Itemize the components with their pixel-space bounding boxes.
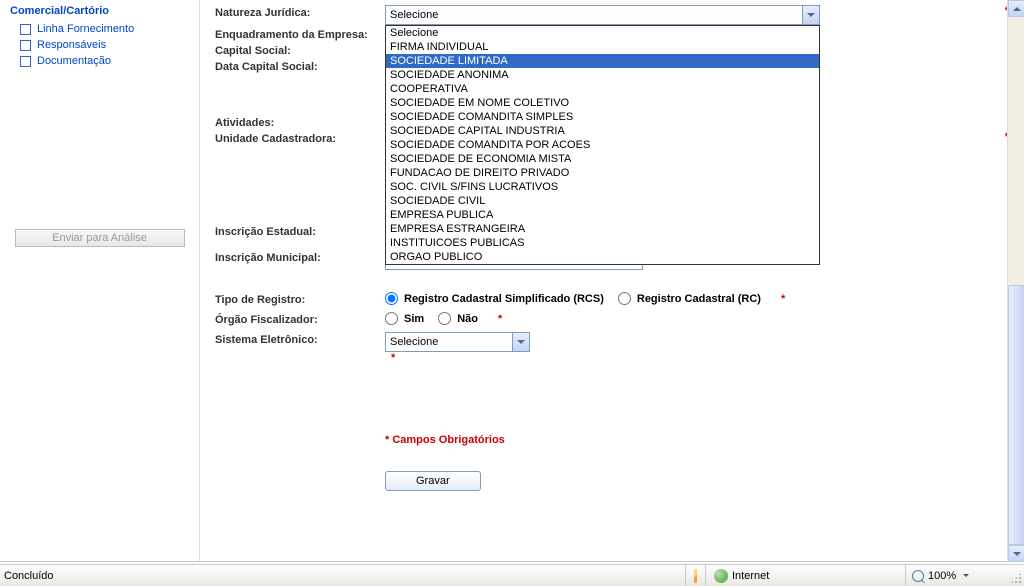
magnifier-icon bbox=[912, 570, 924, 582]
radio-label-rc: Registro Cadastral (RC) bbox=[637, 293, 761, 305]
select-value: Selecione bbox=[390, 336, 438, 348]
label-inscricao-estadual: Inscrição Estadual: bbox=[215, 224, 385, 238]
dropdown-option[interactable]: SOCIEDADE COMANDITA SIMPLES bbox=[386, 110, 819, 124]
resize-grip[interactable] bbox=[1006, 565, 1024, 586]
save-button[interactable]: Gravar bbox=[385, 471, 481, 491]
status-text: Concluído bbox=[0, 565, 686, 586]
dropdown-option[interactable]: SOCIEDADE LIMITADA bbox=[386, 54, 819, 68]
dropdown-option[interactable]: SOCIEDADE ANONIMA bbox=[386, 68, 819, 82]
sidebar-title: Comercial/Cartório bbox=[10, 5, 189, 17]
label-atividades: Atividades: bbox=[215, 115, 385, 129]
zone-label: Internet bbox=[732, 570, 769, 582]
dropdown-option[interactable]: COOPERATIVA bbox=[386, 82, 819, 96]
shield-icon[interactable] bbox=[694, 569, 697, 583]
sidebar: Comercial/Cartório Linha Fornecimento Re… bbox=[0, 0, 200, 561]
dropdown-option[interactable]: EMPRESA ESTRANGEIRA bbox=[386, 222, 819, 236]
required-note: * Campos Obrigatórios bbox=[385, 434, 1009, 446]
dropdown-option[interactable]: SOC. CIVIL S/FINS LUCRATIVOS bbox=[386, 180, 819, 194]
checkbox-icon bbox=[20, 24, 31, 35]
dropdown-option[interactable]: FUNDACAO DE DIREITO PRIVADO bbox=[386, 166, 819, 180]
required-asterisk: * bbox=[498, 313, 502, 325]
label-natureza: Natureza Jurídica: bbox=[215, 5, 385, 19]
checkbox-icon bbox=[20, 56, 31, 67]
radio-label-sim: Sim bbox=[404, 313, 424, 325]
dropdown-option[interactable]: SOCIEDADE DE ECONOMIA MISTA bbox=[386, 152, 819, 166]
select-sistema[interactable]: Selecione bbox=[385, 332, 530, 352]
radio-rcs[interactable] bbox=[385, 292, 398, 305]
label-inscricao-municipal: Inscrição Municipal: bbox=[215, 250, 385, 264]
label-tipo-registro: Tipo de Registro: bbox=[215, 292, 385, 306]
label-sistema: Sistema Eletrônico: bbox=[215, 332, 385, 346]
radio-label-nao: Não bbox=[457, 313, 478, 325]
sidebar-item-label: Responsáveis bbox=[37, 39, 106, 51]
dropdown-option[interactable]: ORGAO PUBLICO bbox=[386, 250, 819, 264]
radio-nao[interactable] bbox=[438, 312, 451, 325]
radio-rc[interactable] bbox=[618, 292, 631, 305]
dropdown-natureza[interactable]: SelecioneFIRMA INDIVIDUALSOCIEDADE LIMIT… bbox=[385, 25, 820, 265]
globe-icon bbox=[714, 569, 728, 583]
send-for-analysis-button: Enviar para Análise bbox=[15, 229, 185, 247]
dropdown-option[interactable]: SOCIEDADE CAPITAL INDUSTRIA bbox=[386, 124, 819, 138]
dropdown-option[interactable]: EMPRESA PUBLICA bbox=[386, 208, 819, 222]
sidebar-item-label: Linha Fornecimento bbox=[37, 23, 134, 35]
select-natureza[interactable]: Selecione bbox=[385, 5, 820, 25]
label-data-capital: Data Capital Social: bbox=[215, 59, 385, 73]
sidebar-item-responsaveis[interactable]: Responsáveis bbox=[10, 37, 189, 53]
scroll-up-button[interactable] bbox=[1008, 0, 1024, 17]
scroll-thumb[interactable] bbox=[1008, 285, 1024, 545]
dropdown-option[interactable]: SOCIEDADE EM NOME COLETIVO bbox=[386, 96, 819, 110]
label-capital: Capital Social: bbox=[215, 43, 385, 57]
dropdown-option[interactable]: Selecione bbox=[386, 26, 819, 40]
zoom-control[interactable]: 100% bbox=[906, 565, 1006, 586]
dropdown-option[interactable]: INSTITUICOES PUBLICAS bbox=[386, 236, 819, 250]
dropdown-option[interactable]: SOCIEDADE COMANDITA POR ACOES bbox=[386, 138, 819, 152]
dropdown-option[interactable]: SOCIEDADE CIVIL bbox=[386, 194, 819, 208]
label-orgao: Órgão Fiscalizador: bbox=[215, 312, 385, 326]
dropdown-option[interactable]: FIRMA INDIVIDUAL bbox=[386, 40, 819, 54]
chevron-down-icon[interactable] bbox=[802, 6, 819, 24]
status-zone[interactable]: Internet bbox=[706, 565, 906, 586]
checkbox-icon bbox=[20, 40, 31, 51]
status-bar: Concluído Internet 100% bbox=[0, 564, 1024, 586]
chevron-down-icon[interactable] bbox=[512, 333, 529, 351]
sidebar-item-linha[interactable]: Linha Fornecimento bbox=[10, 21, 189, 37]
select-value: Selecione bbox=[390, 9, 438, 21]
form-content: Natureza Jurídica: Selecione SelecioneFI… bbox=[200, 0, 1024, 561]
sidebar-item-label: Documentação bbox=[37, 55, 111, 67]
scroll-down-button[interactable] bbox=[1008, 545, 1024, 562]
label-enquadramento: Enquadramento da Empresa: bbox=[215, 27, 385, 41]
chevron-down-icon[interactable] bbox=[963, 574, 969, 577]
zoom-value: 100% bbox=[928, 570, 956, 582]
radio-label-rcs: Registro Cadastral Simplificado (RCS) bbox=[404, 293, 604, 305]
radio-sim[interactable] bbox=[385, 312, 398, 325]
sidebar-item-documentacao[interactable]: Documentação bbox=[10, 53, 189, 69]
required-asterisk: * bbox=[781, 293, 785, 305]
label-unidade: Unidade Cadastradora: bbox=[215, 131, 385, 145]
vertical-scrollbar[interactable] bbox=[1007, 0, 1024, 562]
required-asterisk: * bbox=[391, 352, 395, 364]
